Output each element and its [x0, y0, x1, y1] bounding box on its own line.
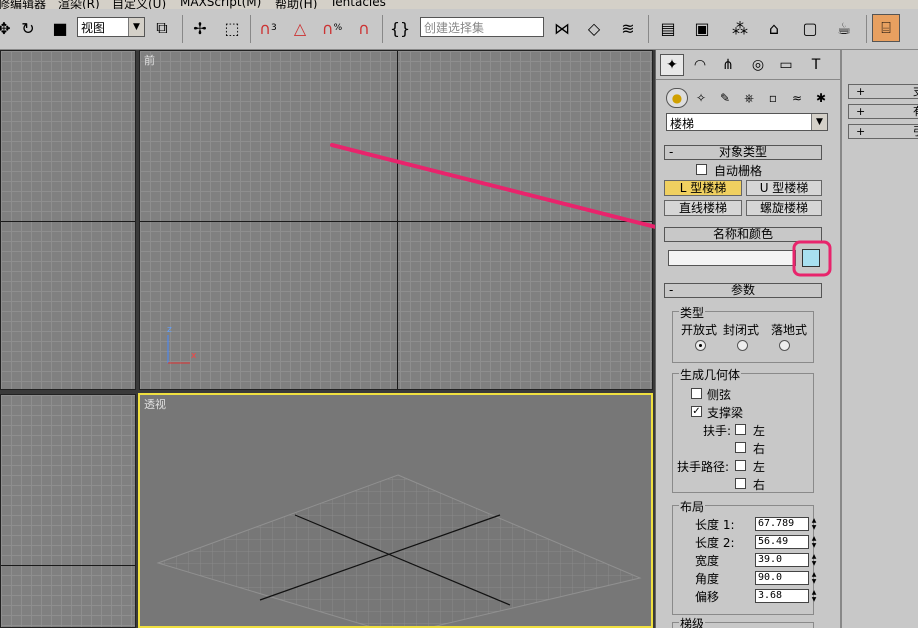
- handrail-right-checkbox[interactable]: [735, 442, 746, 453]
- percent-snap-icon[interactable]: ∩%: [318, 14, 346, 42]
- scale-icon[interactable]: ■: [46, 14, 74, 42]
- menu-customize[interactable]: 自定义(U): [112, 0, 166, 9]
- systems-icon[interactable]: ✱: [810, 88, 832, 108]
- highlight-box: [792, 240, 832, 277]
- align-icon[interactable]: ◇: [580, 14, 608, 42]
- straight-stair-button[interactable]: 直线楼梯: [664, 200, 742, 216]
- main-toolbar: ✥ ↻ ■ 视图 ▼ ⧉ ✢ ⬚ ∩ 3 △ ∩% ∩ {} 创建选择集 ⋈ ◇ …: [0, 9, 918, 50]
- select-manipulate-icon[interactable]: ✢: [186, 14, 214, 42]
- stairs-tool-icon[interactable]: ⌸: [872, 14, 900, 42]
- steps-group: 梯级: [672, 615, 814, 628]
- l-type-stair-button[interactable]: L 型楼梯: [664, 180, 742, 196]
- menu-help[interactable]: 帮助(H): [275, 0, 317, 9]
- quick-render-icon[interactable]: ☕: [830, 14, 858, 42]
- generate-geometry-group: 生成几何体 侧弦 ✓ 支撑梁 扶手: 左 右 扶手路径: 左 右: [672, 366, 814, 493]
- space-warps-icon[interactable]: ≈: [786, 88, 808, 108]
- command-panel-tabs: ✦ ◠ ⋔ ◎ ▭ T: [656, 50, 841, 80]
- toolbar-divider: [648, 15, 649, 43]
- reference-coordinate-select[interactable]: 视图 ▼: [77, 17, 145, 37]
- offset-spinner[interactable]: ▲ ▼: [810, 589, 818, 603]
- utilities-tab-icon[interactable]: T: [804, 54, 828, 76]
- lights-icon[interactable]: ✎: [714, 88, 736, 108]
- stringers-checkbox[interactable]: [691, 388, 702, 399]
- angle-snap-icon[interactable]: △: [286, 14, 314, 42]
- material-editor-icon[interactable]: ⁂: [726, 14, 754, 42]
- create-tab-icon[interactable]: ✦: [660, 54, 684, 76]
- length1-spinner[interactable]: ▲ ▼: [810, 517, 818, 531]
- type-open-label: 开放式: [681, 323, 718, 337]
- rollout-collapsed[interactable]: +支: [848, 84, 918, 99]
- rollout-parameters[interactable]: - 参数: [664, 283, 822, 298]
- render-setup-icon[interactable]: ⌂: [760, 14, 788, 42]
- helpers-icon[interactable]: ▫: [762, 88, 784, 108]
- angle-spinner[interactable]: ▲ ▼: [810, 571, 818, 585]
- length2-field[interactable]: 56.49: [755, 535, 809, 549]
- type-closed-radio[interactable]: [737, 340, 748, 351]
- menu-tentacles[interactable]: Tentacles: [330, 0, 386, 9]
- secondary-rollout-panel: +支 +有 +引: [840, 50, 918, 628]
- cameras-icon[interactable]: ⎈: [738, 88, 760, 108]
- width-field[interactable]: 39.0: [755, 553, 809, 567]
- annotation-arrow: [330, 143, 655, 229]
- toolbar-divider: [866, 15, 867, 43]
- toolbar-divider: [182, 15, 183, 43]
- width-spinner[interactable]: ▲ ▼: [810, 553, 818, 567]
- render-frame-icon[interactable]: ▢: [796, 14, 824, 42]
- category-select[interactable]: 楼梯 ▼: [666, 113, 828, 131]
- command-panel: ✦ ◠ ⋔ ◎ ▭ T ● ✧ ✎ ⎈ ▫ ≈ ✱ 楼梯 ▼ - 对象类型 自动…: [655, 50, 841, 628]
- rail-path-right-checkbox[interactable]: [735, 478, 746, 489]
- spiral-stair-button[interactable]: 螺旋楼梯: [746, 200, 822, 216]
- autogrid-checkbox[interactable]: [696, 164, 707, 175]
- modify-tab-icon[interactable]: ◠: [688, 54, 712, 76]
- mirror-icon[interactable]: ⋈: [548, 14, 576, 42]
- viewport-area: 前 z x 透视: [0, 50, 655, 628]
- carriage-checkbox[interactable]: ✓: [691, 406, 702, 417]
- spinner-snap-icon[interactable]: ∩: [350, 14, 378, 42]
- schematic-view-icon[interactable]: ▣: [688, 14, 716, 42]
- length1-field[interactable]: 67.789: [755, 517, 809, 531]
- rollout-collapsed[interactable]: +引: [848, 124, 918, 139]
- pivot-icon[interactable]: ⧉: [148, 14, 176, 42]
- named-selection-set-input[interactable]: 创建选择集: [420, 17, 544, 37]
- toolbar-divider: [382, 15, 383, 43]
- rotate-icon[interactable]: ↻: [14, 14, 42, 42]
- layout-group: 布局 长度 1: 67.789 ▲ ▼ 长度 2: 56.49 ▲ ▼ 宽度 39.…: [672, 498, 816, 615]
- keyboard-shortcut-icon[interactable]: ⬚: [218, 14, 246, 42]
- type-open-radio[interactable]: [695, 340, 706, 351]
- shapes-icon[interactable]: ✧: [690, 88, 712, 108]
- object-name-input[interactable]: [668, 250, 796, 266]
- offset-field[interactable]: 3.68: [755, 589, 809, 603]
- motion-tab-icon[interactable]: ◎: [746, 54, 770, 76]
- snap-toggle-icon[interactable]: ∩ 3: [254, 14, 282, 42]
- menu-modifiers[interactable]: 修编辑器: [0, 0, 46, 9]
- type-box-radio[interactable]: [779, 340, 790, 351]
- toolbar-divider: [250, 15, 251, 43]
- rollout-collapsed[interactable]: +有: [848, 104, 918, 119]
- menu-bar: 修编辑器 渲染(R) 自定义(U) MAXScript(M) 帮助(H) Ten…: [0, 0, 918, 9]
- layer-manager-icon[interactable]: ≋: [614, 14, 642, 42]
- type-box-label: 落地式: [771, 323, 808, 337]
- geometry-icon[interactable]: ●: [666, 88, 688, 108]
- length2-spinner[interactable]: ▲ ▼: [810, 535, 818, 549]
- menu-maxscript[interactable]: MAXScript(M): [180, 0, 261, 9]
- type-closed-label: 封闭式: [723, 323, 760, 337]
- curve-editor-icon[interactable]: ▤: [654, 14, 682, 42]
- chevron-down-icon: ▼: [811, 114, 827, 130]
- autogrid-label: 自动栅格: [714, 164, 763, 178]
- display-tab-icon[interactable]: ▭: [774, 54, 798, 76]
- handrail-left-checkbox[interactable]: [735, 424, 746, 435]
- u-type-stair-button[interactable]: U 型楼梯: [746, 180, 822, 196]
- hierarchy-tab-icon[interactable]: ⋔: [716, 54, 740, 76]
- rail-path-left-checkbox[interactable]: [735, 460, 746, 471]
- angle-field[interactable]: 90.0: [755, 571, 809, 585]
- named-selection-icon[interactable]: {}: [386, 14, 414, 42]
- chevron-down-icon: ▼: [128, 18, 144, 36]
- rollout-object-type[interactable]: - 对象类型: [664, 145, 822, 160]
- stair-type-group: 类型 开放式 封闭式 落地式: [672, 304, 814, 363]
- menu-render[interactable]: 渲染(R): [58, 0, 100, 9]
